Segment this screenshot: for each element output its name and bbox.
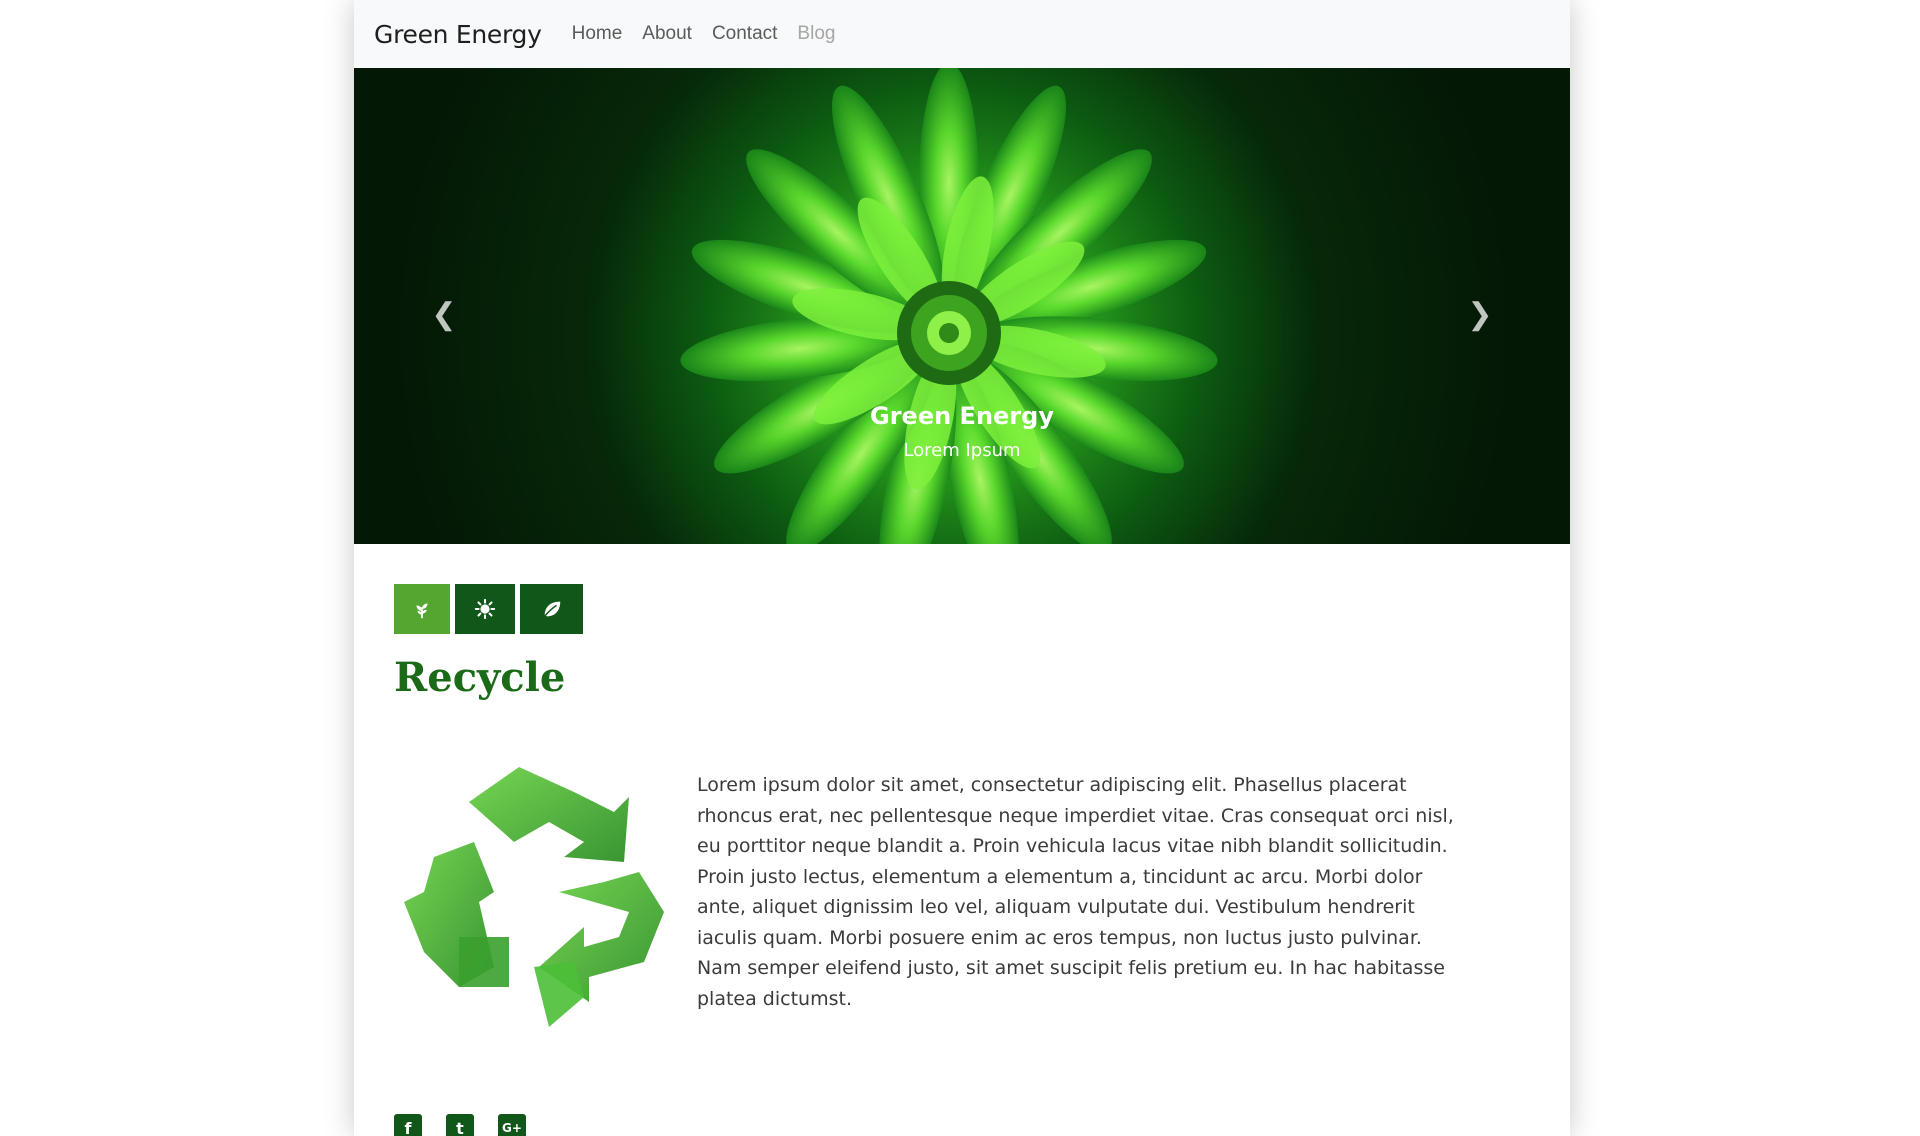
carousel-prev-button[interactable]: ❮: [424, 294, 464, 334]
social-links: f t G+: [394, 1114, 526, 1136]
nav-link-blog: Blog: [797, 23, 836, 44]
google-plus-glyph: G+: [502, 1121, 522, 1135]
page: Green Energy Home About Contact Blog ❮ ❯…: [0, 0, 1920, 1136]
caption-title: Green Energy: [870, 402, 1054, 430]
recycle-image: [404, 767, 664, 1027]
nav-link-contact[interactable]: Contact: [712, 23, 777, 45]
facebook-icon[interactable]: f: [394, 1114, 422, 1136]
sun-icon: [474, 598, 496, 620]
brand-link[interactable]: Green Energy: [374, 20, 542, 49]
google-plus-icon[interactable]: G+: [498, 1114, 526, 1136]
nav-link-home[interactable]: Home: [572, 23, 623, 45]
twitter-glyph: t: [456, 1118, 464, 1136]
sun-button[interactable]: [455, 584, 515, 634]
nav-links: Home About Contact Blog: [572, 23, 856, 45]
twitter-icon[interactable]: t: [446, 1114, 474, 1136]
plant-button[interactable]: [394, 584, 450, 634]
section-body-text: Lorem ipsum dolor sit amet, consectetur …: [697, 774, 1454, 1010]
fern-plant-image: [677, 68, 1221, 544]
navbar: Green Energy Home About Contact Blog: [354, 0, 1570, 68]
hero-carousel: ❮ ❯ Green Energy Lorem Ipsum: [354, 68, 1570, 544]
chevron-left-icon: ❮: [431, 297, 457, 331]
main-container: Green Energy Home About Contact Blog ❮ ❯…: [354, 0, 1570, 1136]
facebook-glyph: f: [404, 1118, 412, 1136]
chevron-right-icon: ❯: [1467, 297, 1493, 331]
category-button-group: [394, 584, 583, 634]
carousel-caption: Green Energy Lorem Ipsum: [354, 402, 1570, 461]
leaf-icon: [542, 601, 560, 618]
carousel-next-button[interactable]: ❯: [1460, 294, 1500, 334]
caption-subtitle: Lorem Ipsum: [903, 440, 1021, 461]
section-title: Recycle: [394, 654, 566, 701]
leaf-button[interactable]: [520, 584, 583, 634]
plant-icon: [416, 603, 428, 619]
nav-link-about[interactable]: About: [642, 23, 692, 45]
